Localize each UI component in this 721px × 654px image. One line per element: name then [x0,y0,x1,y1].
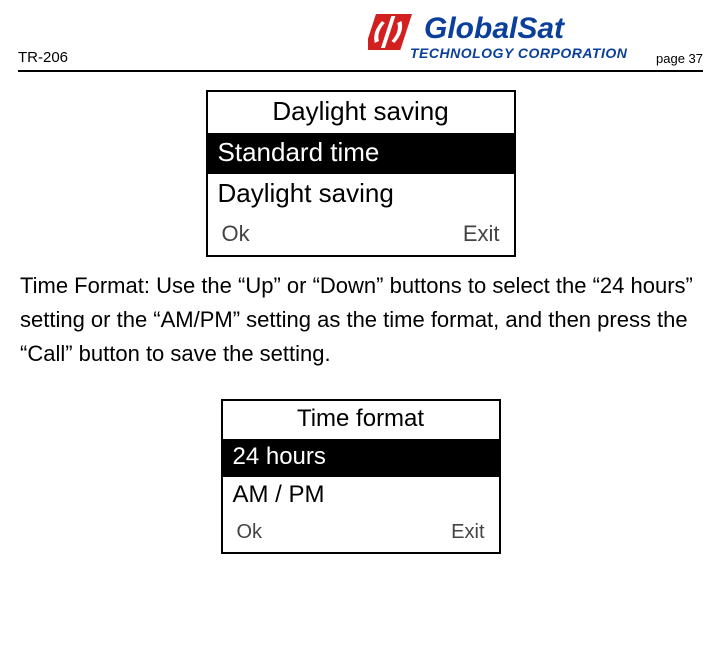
menu-item-am-pm[interactable]: AM / PM [223,477,499,515]
menu-item-24-hours[interactable]: 24 hours [223,439,499,477]
softkey-exit[interactable]: Exit [451,521,484,544]
softkey-ok[interactable]: Ok [237,521,263,544]
menu-item-daylight-saving[interactable]: Daylight saving [208,174,514,215]
softkey-ok[interactable]: Ok [222,221,250,247]
model-code: TR-206 [18,49,68,66]
logo-brand-text: GlobalSat [424,12,566,45]
softkey-bar: Ok Exit [208,215,514,255]
globalsat-logo-icon: GlobalSat TECHNOLOGY CORPORATION [368,8,688,68]
device-screen-daylight-saving: Daylight saving Standard time Daylight s… [206,90,516,257]
softkey-bar: Ok Exit [223,515,499,552]
softkey-exit[interactable]: Exit [463,221,500,247]
screen-title: Daylight saving [208,92,514,133]
logo-subtitle-text: TECHNOLOGY CORPORATION [410,45,628,61]
screen-title: Time format [223,401,499,439]
page-header: TR-206 GlobalSat TECHNOLOGY CORPORATION … [18,8,703,72]
device-screen-time-format: Time format 24 hours AM / PM Ok Exit [221,399,501,554]
page-number: page 37 [656,51,703,66]
menu-item-standard-time[interactable]: Standard time [208,133,514,174]
brand-logo: GlobalSat TECHNOLOGY CORPORATION [368,8,688,68]
manual-page: TR-206 GlobalSat TECHNOLOGY CORPORATION … [0,0,721,654]
instruction-paragraph: Time Format: Use the “Up” or “Down” butt… [18,269,703,371]
